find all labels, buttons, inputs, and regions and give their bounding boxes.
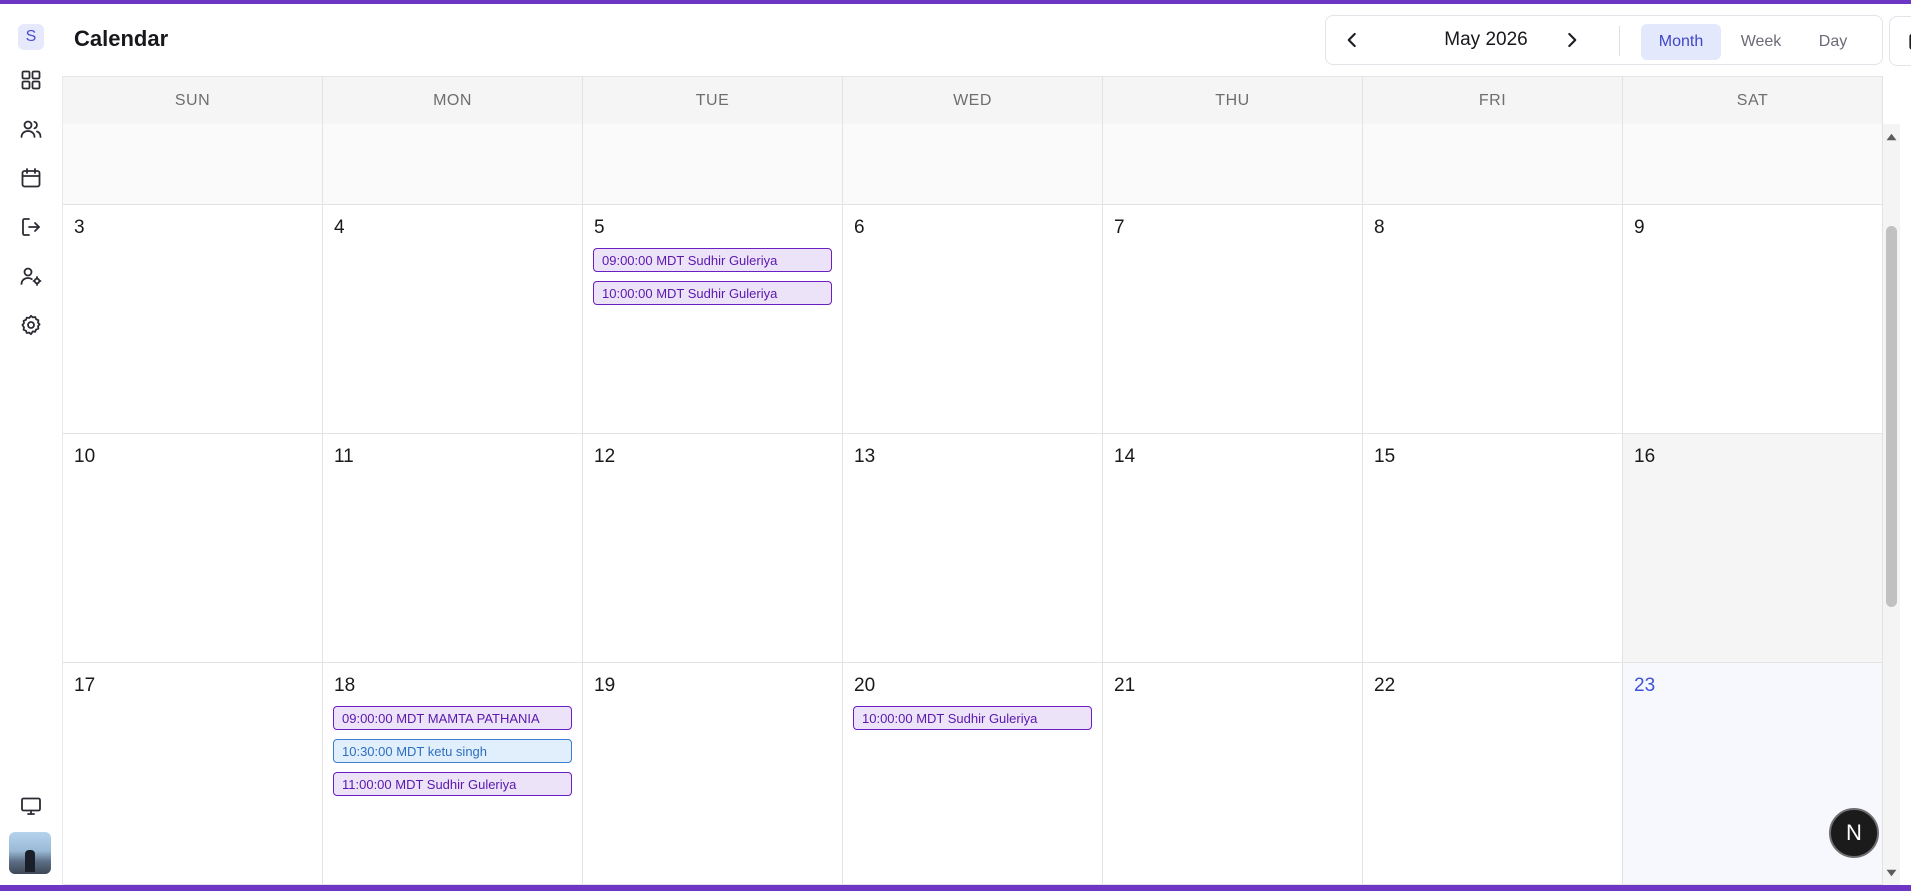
day-number: 12 (594, 446, 616, 467)
calendar-event[interactable]: 10:00:00 MDT Sudhir Guleriya (853, 706, 1092, 730)
day-number: 13 (854, 446, 876, 467)
day-cell[interactable]: 18 09:00:00 MDT MAMTA PATHANIA 10:30:00 MD… (323, 663, 583, 885)
day-cell[interactable] (1103, 124, 1363, 205)
monitor-icon[interactable] (19, 794, 43, 818)
view-month-button[interactable]: Month (1641, 24, 1721, 60)
calendar-event[interactable]: 09:00:00 MDT MAMTA PATHANIA (333, 706, 572, 730)
weekday-header: FRI (1363, 77, 1623, 124)
day-cell[interactable]: 14 (1103, 434, 1363, 663)
view-day-button[interactable]: Day (1802, 24, 1864, 60)
day-number: 3 (74, 217, 85, 238)
toolbar-divider (1619, 26, 1620, 56)
brand-logo[interactable]: S (18, 24, 44, 50)
day-number: 14 (1114, 446, 1136, 467)
weekday-header: SUN (63, 77, 323, 124)
calendar-event[interactable]: 10:00:00 MDT Sudhir Guleriya (593, 281, 832, 305)
day-number: 20 (854, 675, 876, 696)
weekday-header: MON (323, 77, 583, 124)
day-cell[interactable]: 22 (1363, 663, 1623, 885)
day-cell[interactable]: 19 (583, 663, 843, 885)
user-settings-icon[interactable] (19, 264, 43, 288)
day-cell[interactable] (323, 124, 583, 205)
calendar-icon[interactable] (19, 166, 43, 190)
day-cell[interactable]: 16 (1623, 434, 1883, 663)
users-icon[interactable] (19, 117, 43, 141)
day-cell[interactable]: 11 (323, 434, 583, 663)
calendar-picker-icon (1909, 33, 1911, 50)
floating-action-button[interactable]: N (1829, 808, 1879, 858)
day-number: 15 (1374, 446, 1396, 467)
chevron-right-icon (1568, 32, 1577, 48)
day-cell[interactable]: 17 (63, 663, 323, 885)
calendar-event[interactable]: 11:00:00 MDT Sudhir Guleriya (333, 772, 572, 796)
calendar-toolbar: May 2026 Month Week Day (1325, 15, 1911, 66)
dashboard-icon[interactable] (19, 68, 43, 92)
day-number: 16 (1634, 446, 1656, 467)
calendar-event[interactable]: 10:30:00 MDT ketu singh (333, 739, 572, 763)
day-cell[interactable]: 8 (1363, 205, 1623, 434)
weekday-header: WED (843, 77, 1103, 124)
date-picker-button[interactable] (1889, 16, 1911, 66)
day-cell[interactable] (583, 124, 843, 205)
day-cell[interactable]: 13 (843, 434, 1103, 663)
day-number: 4 (334, 217, 345, 238)
calendar-scrollbar[interactable] (1883, 124, 1900, 885)
day-cell[interactable] (1363, 124, 1623, 205)
scroll-up-arrow-icon[interactable] (1886, 132, 1897, 142)
view-week-button[interactable]: Week (1726, 24, 1796, 60)
day-cell[interactable]: 15 (1363, 434, 1623, 663)
day-number: 17 (74, 675, 96, 696)
logout-icon[interactable] (19, 215, 43, 239)
month-cells: 3 4 5 09:00:00 MDT Sudhir Guleriya 10:00:00 … (63, 124, 1883, 885)
day-cell[interactable] (63, 124, 323, 205)
prev-month-button[interactable] (1339, 27, 1365, 53)
header: Calendar May 2026 Month Week Day (62, 4, 1911, 76)
day-number: 11 (334, 446, 354, 467)
day-number: 6 (854, 217, 865, 238)
day-number: 21 (1114, 675, 1136, 696)
sidebar: S (0, 4, 63, 885)
day-cell[interactable]: 10 (63, 434, 323, 663)
current-month-label: May 2026 (1444, 29, 1528, 50)
scroll-down-arrow-icon[interactable] (1886, 868, 1897, 878)
page-title: Calendar (74, 26, 169, 51)
day-cell[interactable]: 20 10:00:00 MDT Sudhir Guleriya (843, 663, 1103, 885)
day-number: 19 (594, 675, 616, 696)
day-cell[interactable]: 6 (843, 205, 1103, 434)
day-cell[interactable]: 4 (323, 205, 583, 434)
day-number: 18 (334, 675, 356, 696)
day-number: 7 (1114, 217, 1125, 238)
day-cell[interactable] (843, 124, 1103, 205)
day-number: 9 (1634, 217, 1645, 238)
day-number: 5 (594, 217, 605, 238)
scrollbar-thumb[interactable] (1886, 226, 1897, 607)
month-grid: SUN MON TUE WED THU FRI SAT 3 4 5 09:00:00 MDT Su… (63, 76, 1883, 885)
day-number: 8 (1374, 217, 1385, 238)
weekday-header: THU (1103, 77, 1363, 124)
calendar-event[interactable]: 09:00:00 MDT Sudhir Guleriya (593, 248, 832, 272)
day-number: 22 (1374, 675, 1396, 696)
chevron-left-icon (1347, 32, 1356, 48)
day-cell[interactable]: 9 (1623, 205, 1883, 434)
day-cell[interactable]: 7 (1103, 205, 1363, 434)
avatar[interactable] (9, 832, 51, 874)
day-cell[interactable]: 12 (583, 434, 843, 663)
day-number: 23 (1634, 675, 1656, 696)
day-cell[interactable] (1623, 124, 1883, 205)
day-cell[interactable]: 3 (63, 205, 323, 434)
gear-icon[interactable] (19, 313, 43, 337)
weekday-header: SAT (1623, 77, 1883, 124)
day-number: 10 (74, 446, 96, 467)
app-window: S Calendar May 2026 Month Week Day SUN M… (0, 4, 1911, 885)
weekday-header: TUE (583, 77, 843, 124)
day-cell[interactable]: 5 09:00:00 MDT Sudhir Guleriya 10:00:00 MD… (583, 205, 843, 434)
next-month-button[interactable] (1559, 27, 1585, 53)
weekday-header-row: SUN MON TUE WED THU FRI SAT (63, 76, 1883, 125)
day-cell[interactable]: 21 (1103, 663, 1363, 885)
